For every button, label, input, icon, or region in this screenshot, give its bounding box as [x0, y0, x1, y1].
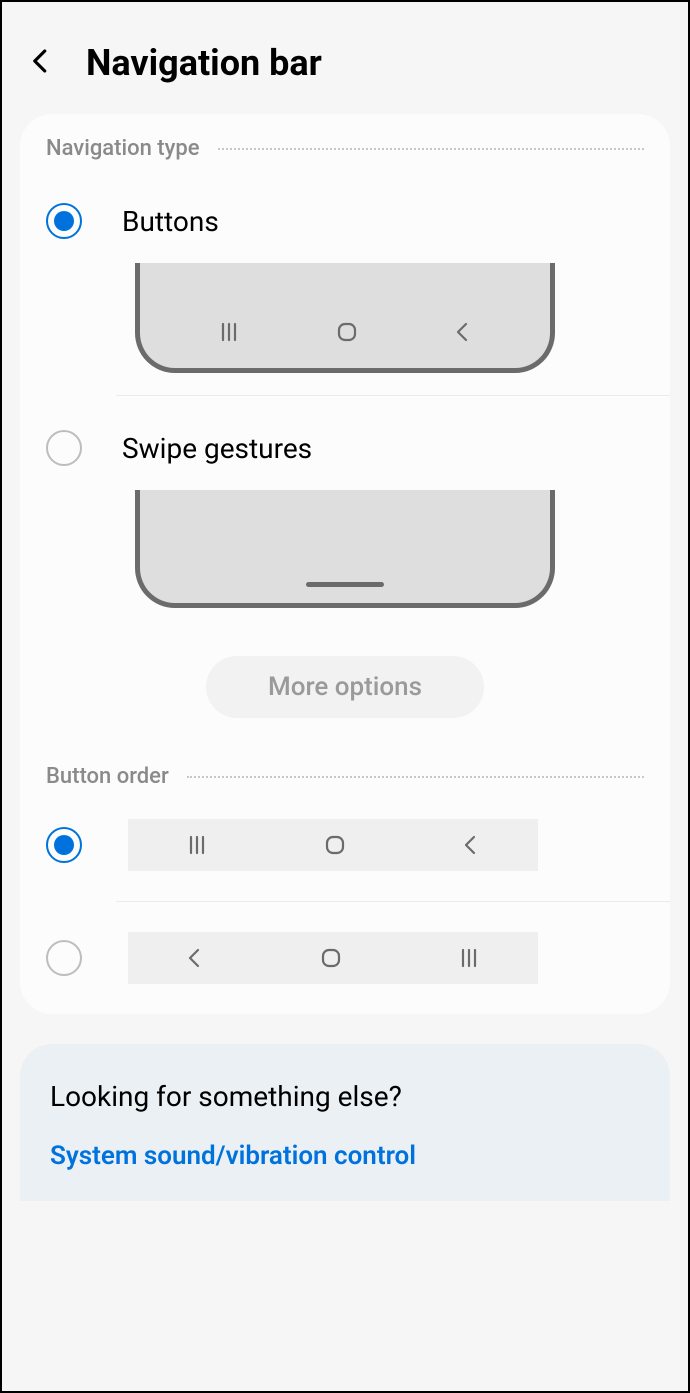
divider	[116, 395, 670, 396]
gesture-bar-icon	[306, 582, 384, 587]
more-options-button[interactable]: More options	[206, 656, 484, 718]
swipe-preview	[20, 490, 670, 608]
nav-type-option-buttons[interactable]: Buttons	[20, 179, 670, 253]
order-preview-2	[128, 932, 538, 984]
radio-order-1[interactable]	[46, 827, 82, 863]
page-header: Navigation bar	[2, 2, 688, 108]
divider	[116, 901, 670, 902]
recents-icon	[185, 835, 209, 855]
radio-order-2[interactable]	[46, 940, 82, 976]
recents-icon	[217, 322, 241, 342]
back-icon[interactable]	[26, 46, 56, 80]
home-icon	[319, 946, 343, 970]
dotted-divider	[218, 148, 644, 150]
buttons-preview	[20, 263, 670, 373]
home-icon	[323, 833, 347, 857]
option-label: Buttons	[122, 205, 219, 238]
home-icon	[335, 320, 359, 344]
button-order-option-2[interactable]	[20, 920, 670, 996]
section-label: Navigation type	[46, 136, 200, 161]
nav-back-icon	[185, 947, 205, 969]
recents-icon	[457, 948, 481, 968]
footer-link-sound-vibration[interactable]: System sound/vibration control	[50, 1141, 640, 1171]
section-header-nav-type: Navigation type	[20, 136, 670, 179]
section-header-button-order: Button order	[20, 764, 670, 807]
settings-card: Navigation type Buttons	[20, 114, 670, 1014]
nav-back-icon	[461, 834, 481, 856]
order-preview-1	[128, 819, 538, 871]
page-title: Navigation bar	[86, 42, 322, 84]
radio-buttons[interactable]	[46, 203, 82, 239]
footer-card: Looking for something else? System sound…	[20, 1044, 670, 1201]
footer-title: Looking for something else?	[50, 1080, 640, 1113]
dotted-divider	[187, 776, 644, 778]
button-order-option-1[interactable]	[20, 807, 670, 883]
section-label: Button order	[46, 764, 169, 789]
nav-type-option-swipe[interactable]: Swipe gestures	[20, 406, 670, 480]
radio-swipe[interactable]	[46, 430, 82, 466]
nav-back-icon	[453, 321, 473, 343]
option-label: Swipe gestures	[122, 432, 312, 465]
